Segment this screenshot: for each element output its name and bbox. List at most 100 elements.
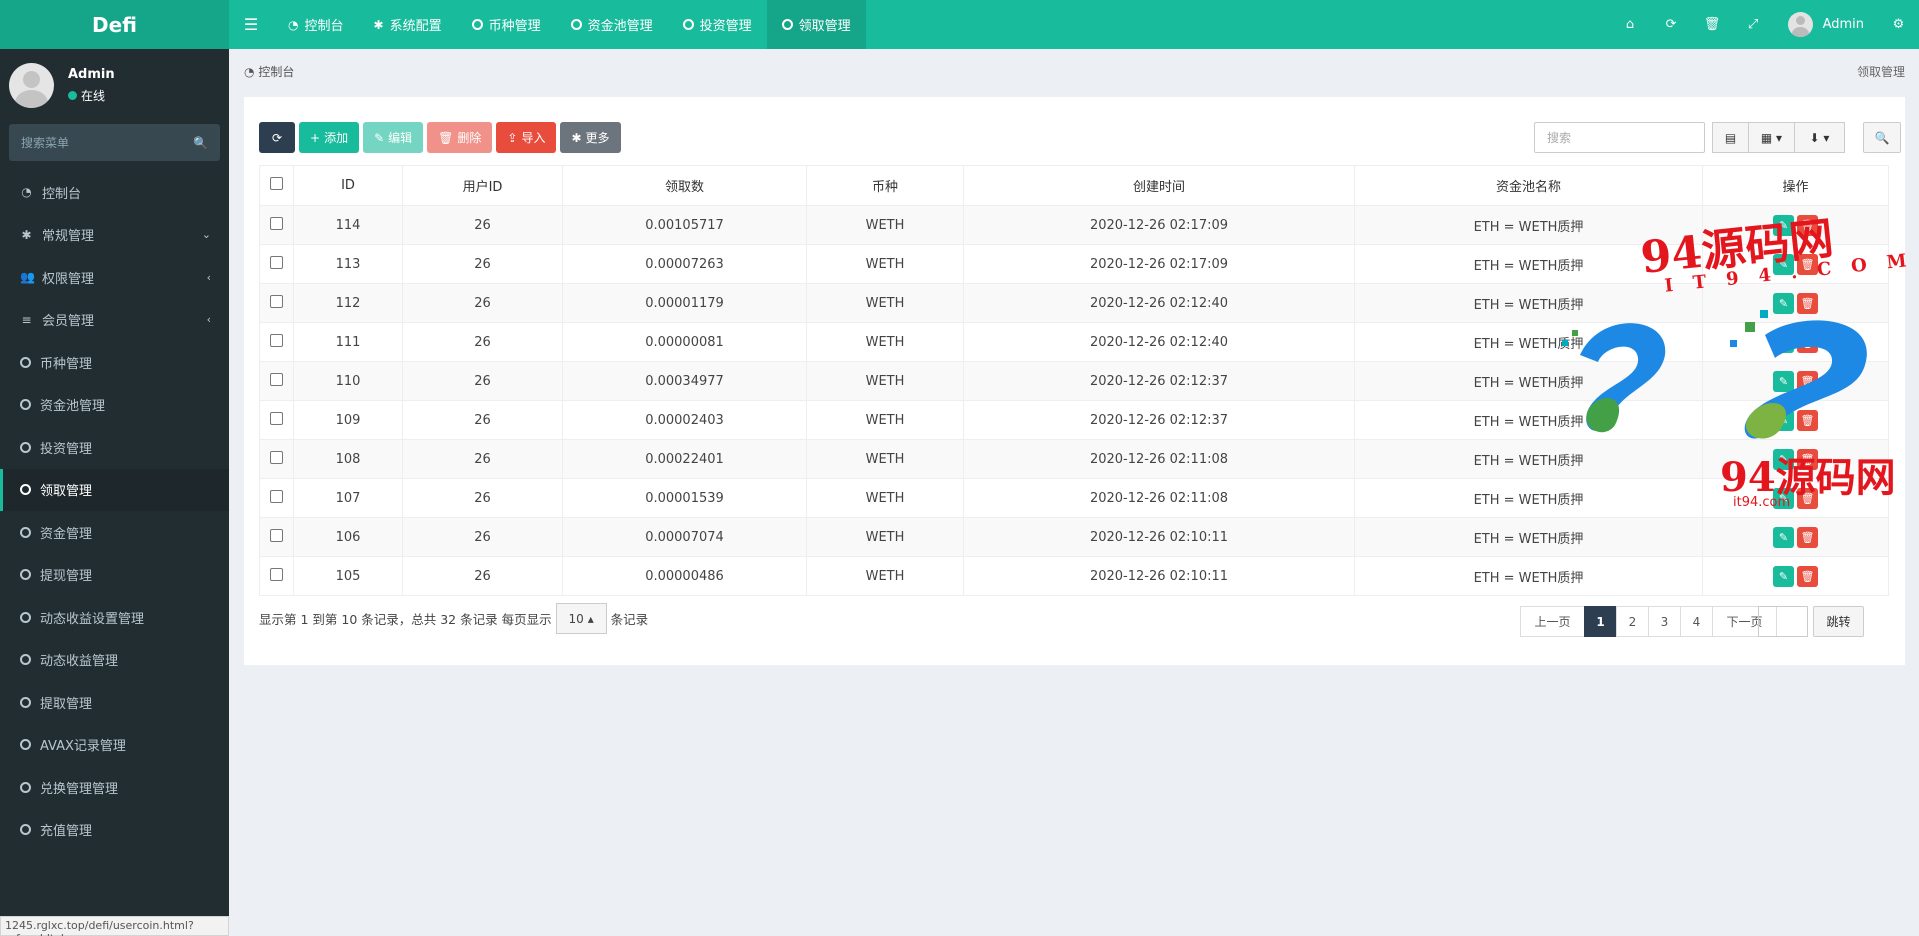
select-all-checkbox[interactable]	[259, 165, 294, 206]
sidebar-item[interactable]: 领取管理	[0, 468, 229, 511]
table-row[interactable]: 114 26 0.00105717 WETH 2020-12-26 02:17:09 ET…	[259, 205, 1889, 245]
edit-row-button[interactable]: ✎	[1773, 370, 1794, 392]
tab-claim-management[interactable]: 领取管理	[766, 0, 866, 49]
delete-row-button[interactable]: 🗑	[1797, 292, 1818, 314]
row-checkbox-cell[interactable]	[259, 478, 294, 518]
row-checkbox-cell[interactable]	[259, 283, 294, 323]
checkbox[interactable]	[270, 372, 283, 386]
tab-pool-management[interactable]: 资金池管理	[556, 0, 668, 49]
table-row[interactable]: 112 26 0.00001179 WETH 2020-12-26 02:12:40 ET…	[259, 283, 1889, 323]
prev-page-button[interactable]: 上一页	[1520, 606, 1585, 637]
delete-row-button[interactable]: 🗑	[1797, 331, 1818, 353]
checkbox[interactable]	[270, 294, 283, 308]
page-jump-input[interactable]	[1758, 606, 1808, 637]
page-size-select[interactable]: 10 ▴	[555, 603, 607, 634]
settings-icon[interactable]: ⚙	[1878, 0, 1919, 49]
checkbox[interactable]	[270, 177, 283, 190]
app-logo[interactable]: Defi	[0, 0, 229, 49]
row-checkbox-cell[interactable]	[259, 244, 294, 284]
breadcrumb[interactable]: ◔ 控制台	[244, 63, 294, 80]
page-1-button[interactable]: 1	[1584, 606, 1617, 637]
sidebar-item[interactable]: 👥 权限管理 ‹	[0, 256, 229, 299]
table-row[interactable]: 106 26 0.00007074 WETH 2020-12-26 02:10:11 ET…	[259, 517, 1889, 557]
search-icon[interactable]: 🔍	[193, 136, 208, 150]
tab-invest-management[interactable]: 投资管理	[668, 0, 767, 49]
home-icon[interactable]: ⌂	[1610, 0, 1651, 49]
add-button[interactable]: + 添加	[299, 122, 360, 153]
checkbox[interactable]	[270, 489, 283, 503]
trash-icon[interactable]: 🗑	[1692, 0, 1733, 49]
table-row[interactable]: 107 26 0.00001539 WETH 2020-12-26 02:11:08 ET…	[259, 478, 1889, 518]
col-created-time[interactable]: 创建时间	[963, 165, 1355, 206]
edit-button[interactable]: ✎ 编辑	[363, 122, 424, 153]
edit-row-button[interactable]: ✎	[1773, 409, 1794, 431]
delete-row-button[interactable]: 🗑	[1797, 565, 1818, 587]
edit-row-button[interactable]: ✎	[1773, 331, 1794, 353]
columns-button[interactable]: ▦ ▾	[1748, 122, 1795, 153]
sidebar-item[interactable]: 提现管理	[0, 554, 229, 597]
more-button[interactable]: ✱ 更多	[560, 122, 621, 153]
refresh-button[interactable]: ⟳	[259, 122, 295, 153]
tab-dashboard[interactable]: ◔ 控制台	[273, 0, 359, 49]
menu-search-input[interactable]: 搜索菜单 🔍	[9, 124, 220, 161]
checkbox[interactable]	[270, 450, 283, 464]
table-search-input[interactable]: 搜索	[1534, 122, 1705, 153]
delete-row-button[interactable]: 🗑	[1797, 526, 1818, 548]
delete-row-button[interactable]: 🗑	[1797, 370, 1818, 392]
sidebar-item[interactable]: ◔ 控制台	[0, 171, 229, 214]
edit-row-button[interactable]: ✎	[1773, 253, 1794, 275]
col-id[interactable]: ID	[293, 165, 403, 206]
checkbox[interactable]	[270, 411, 283, 425]
user-menu[interactable]: Admin	[1774, 12, 1878, 37]
checkbox[interactable]	[270, 528, 283, 542]
edit-row-button[interactable]: ✎	[1773, 292, 1794, 314]
col-amount[interactable]: 领取数	[562, 165, 807, 206]
delete-button[interactable]: 🗑 删除	[427, 122, 493, 153]
toggle-view-button[interactable]: ▤	[1712, 122, 1749, 153]
row-checkbox-cell[interactable]	[259, 517, 294, 557]
col-pool-name[interactable]: 资金池名称	[1354, 165, 1703, 206]
col-user-id[interactable]: 用户ID	[402, 165, 563, 206]
table-row[interactable]: 108 26 0.00022401 WETH 2020-12-26 02:11:08 ET…	[259, 439, 1889, 479]
table-row[interactable]: 109 26 0.00002403 WETH 2020-12-26 02:12:37 ET…	[259, 400, 1889, 440]
col-coin[interactable]: 币种	[806, 165, 964, 206]
delete-row-button[interactable]: 🗑	[1797, 409, 1818, 431]
edit-row-button[interactable]: ✎	[1773, 565, 1794, 587]
table-row[interactable]: 111 26 0.00000081 WETH 2020-12-26 02:12:40 ET…	[259, 322, 1889, 362]
menu-toggle-icon[interactable]: ☰	[229, 0, 273, 49]
sidebar-item[interactable]: 提取管理	[0, 681, 229, 724]
delete-row-button[interactable]: 🗑	[1797, 214, 1818, 236]
row-checkbox-cell[interactable]	[259, 322, 294, 362]
page-2-button[interactable]: 2	[1616, 606, 1649, 637]
sidebar-item[interactable]: 充值管理	[0, 809, 229, 852]
table-row[interactable]: 105 26 0.00000486 WETH 2020-12-26 02:10:11 ET…	[259, 556, 1889, 596]
edit-row-button[interactable]: ✎	[1773, 526, 1794, 548]
sidebar-item[interactable]: 兑换管理管理	[0, 766, 229, 809]
row-checkbox-cell[interactable]	[259, 400, 294, 440]
page-3-button[interactable]: 3	[1648, 606, 1681, 637]
delete-row-button[interactable]: 🗑	[1797, 487, 1818, 509]
sidebar-item[interactable]: 资金池管理	[0, 384, 229, 427]
table-row[interactable]: 110 26 0.00034977 WETH 2020-12-26 02:12:37 ET…	[259, 361, 1889, 401]
export-button[interactable]: ⬇ ▾	[1794, 122, 1845, 153]
table-row[interactable]: 113 26 0.00007263 WETH 2020-12-26 02:17:09 ET…	[259, 244, 1889, 284]
sidebar-item[interactable]: 动态收益设置管理	[0, 596, 229, 639]
row-checkbox-cell[interactable]	[259, 205, 294, 245]
tab-coin-management[interactable]: 币种管理	[457, 0, 556, 49]
sidebar-item[interactable]: 资金管理	[0, 511, 229, 554]
edit-row-button[interactable]: ✎	[1773, 487, 1794, 509]
checkbox[interactable]	[270, 567, 283, 581]
page-4-button[interactable]: 4	[1680, 606, 1713, 637]
import-button[interactable]: ⇪ 导入	[496, 122, 557, 153]
sidebar-item[interactable]: ≡ 会员管理 ‹	[0, 299, 229, 342]
refresh-icon[interactable]: ⟳	[1651, 0, 1692, 49]
sidebar-item[interactable]: AVAX记录管理	[0, 724, 229, 767]
fullscreen-icon[interactable]: ⤢	[1733, 0, 1774, 49]
row-checkbox-cell[interactable]	[259, 556, 294, 596]
checkbox[interactable]	[270, 255, 283, 269]
tab-system-config[interactable]: ✱ 系统配置	[359, 0, 457, 49]
sidebar-item[interactable]: 投资管理	[0, 426, 229, 469]
edit-row-button[interactable]: ✎	[1773, 448, 1794, 470]
advanced-search-button[interactable]: 🔍	[1863, 122, 1901, 153]
checkbox[interactable]	[270, 216, 283, 230]
